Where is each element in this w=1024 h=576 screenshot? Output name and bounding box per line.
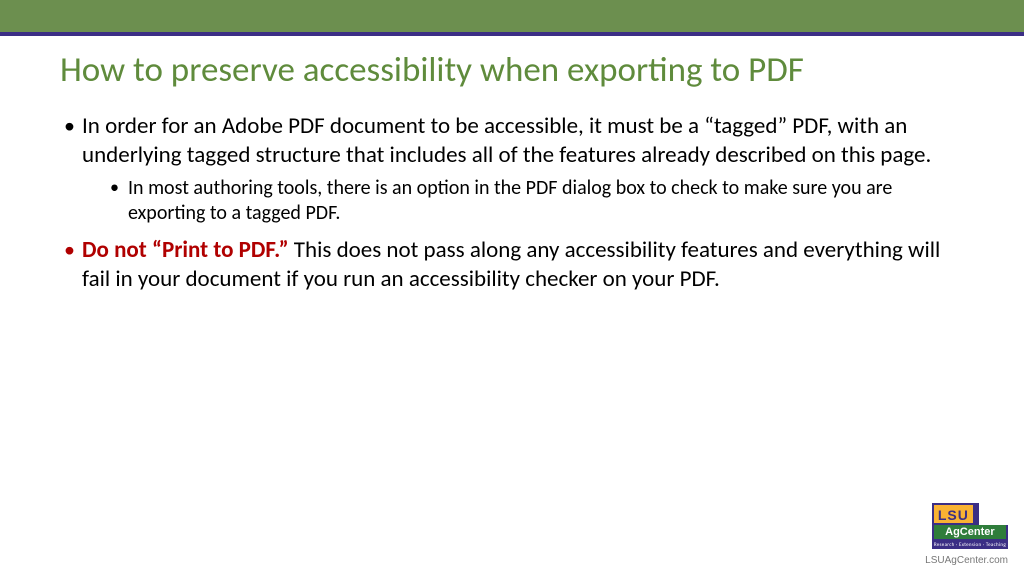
logo-top-row: LSU [932,503,1008,525]
bullet-2: Do not “Print to PDF.” This does not pas… [60,236,964,294]
footer: LSU AgCenter Research · Extension · Teac… [925,503,1008,566]
logo-lsu-text: LSU [932,503,973,525]
header-green-bar [0,0,1024,32]
slide-title: How to preserve accessibility when expor… [60,50,964,90]
bullet-1: In order for an Adobe PDF document to be… [60,112,964,226]
logo-agcenter-text: AgCenter [932,525,1008,541]
logo-side-bar [973,503,979,525]
bullet-1-sub-1-text: In most authoring tools, there is an opt… [128,176,892,225]
bullet-1-text: In order for an Adobe PDF document to be… [82,112,931,169]
bullet-list: In order for an Adobe PDF document to be… [60,112,964,293]
logo-tagline: Research · Extension · Teaching [932,541,1008,549]
bullet-1-sub-1: In most authoring tools, there is an opt… [110,176,964,226]
site-url: LSUAgCenter.com [925,555,1008,566]
bullet-1-sublist: In most authoring tools, there is an opt… [82,176,964,226]
lsu-agcenter-logo: LSU AgCenter Research · Extension · Teac… [932,503,1008,549]
slide-content: How to preserve accessibility when expor… [0,36,1024,293]
bullet-2-emphasis: Do not “Print to PDF.” [82,236,294,264]
